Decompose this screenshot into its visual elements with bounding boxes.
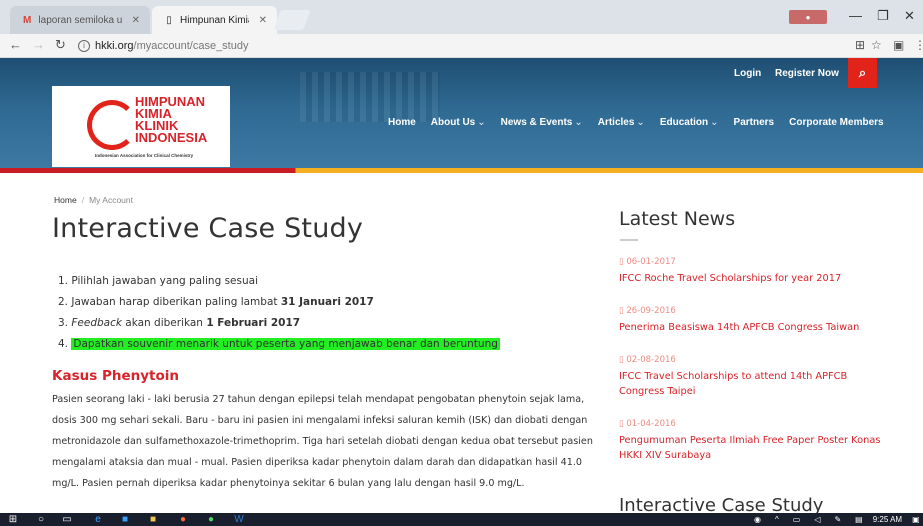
chevron-down-icon: ⌄ bbox=[477, 117, 486, 128]
clock[interactable]: 9:25 AM bbox=[873, 515, 902, 524]
breadcrumb-home[interactable]: Home bbox=[54, 195, 77, 205]
word-icon[interactable]: W bbox=[232, 513, 246, 526]
close-window-icon[interactable]: ✕ bbox=[904, 8, 915, 24]
translate-icon[interactable]: ⊞ bbox=[855, 38, 865, 52]
url-field[interactable]: i hkki.org/myaccount/case_study bbox=[78, 37, 808, 55]
windows-start-icon[interactable]: ⊞ bbox=[6, 513, 20, 526]
url-path: /myaccount/case_study bbox=[133, 40, 249, 52]
tab-hkki[interactable]: ▯ Himpunan Kimia Klinik ✕ bbox=[152, 6, 277, 34]
search-icon[interactable]: ○ bbox=[34, 513, 48, 526]
close-icon[interactable]: ✕ bbox=[259, 15, 267, 26]
bookmark-star-icon[interactable]: ☆ bbox=[871, 38, 882, 52]
chevron-down-icon: ⌄ bbox=[636, 117, 645, 128]
nav-articles[interactable]: Articles ⌄ bbox=[598, 117, 645, 128]
forward-icon[interactable]: → bbox=[32, 37, 45, 52]
latest-news-heading: Latest News bbox=[619, 208, 736, 230]
file-explorer-icon[interactable]: ■ bbox=[146, 513, 160, 526]
app-icon[interactable]: ● bbox=[204, 513, 218, 526]
tab-title: Himpunan Kimia Klinik bbox=[180, 14, 249, 26]
network-icon[interactable]: ◉ bbox=[754, 515, 761, 524]
tab-gmail[interactable]: M laporan semiloka unisul ✕ bbox=[10, 6, 150, 34]
highlighted-text: Dapatkan souvenir menarik untuk peserta … bbox=[71, 338, 500, 350]
battery-icon[interactable]: ▭ bbox=[793, 515, 801, 524]
info-icon[interactable]: i bbox=[78, 40, 90, 52]
instruction-list: 1. Pilihlah jawaban yang paling sesuai 2… bbox=[58, 271, 500, 355]
nav-corporate-members[interactable]: Corporate Members bbox=[789, 117, 883, 128]
page-icon: ▯ bbox=[166, 14, 172, 26]
back-icon[interactable]: ← bbox=[9, 37, 22, 52]
logo-tagline: Indonesian Association for Clinical Chem… bbox=[95, 153, 194, 158]
main-nav: Home About Us ⌄ News & Events ⌄ Articles ⌄ … bbox=[388, 117, 884, 128]
news-date: 06-01-2017 bbox=[626, 257, 676, 267]
news-item[interactable]: ▯ 01-04-2016 Pengumuman Peserta Ilmiah F… bbox=[619, 419, 889, 463]
header-stripe bbox=[0, 168, 923, 173]
register-link[interactable]: Register Now bbox=[775, 58, 839, 88]
close-icon[interactable]: ✕ bbox=[132, 15, 140, 26]
pen-icon[interactable]: ✎ bbox=[834, 515, 841, 524]
browser-tabbar: M laporan semiloka unisul ✕ ▯ Himpunan K… bbox=[0, 0, 923, 34]
list-item: 4. Dapatkan souvenir menarik untuk peser… bbox=[58, 338, 500, 350]
volume-icon[interactable]: ◁ bbox=[814, 515, 820, 524]
tab-title: laporan semiloka unisul bbox=[38, 14, 122, 26]
search-icon: ⌕ bbox=[858, 65, 867, 80]
list-item: 1. Pilihlah jawaban yang paling sesuai bbox=[58, 275, 258, 287]
new-tab-button[interactable] bbox=[273, 10, 311, 30]
news-item[interactable]: ▯ 06-01-2017 IFCC Roche Travel Scholarsh… bbox=[619, 257, 889, 286]
nav-news-events[interactable]: News & Events ⌄ bbox=[501, 117, 583, 128]
divider bbox=[620, 239, 638, 241]
chevron-down-icon: ⌄ bbox=[710, 117, 719, 128]
news-date: 01-04-2016 bbox=[626, 419, 676, 429]
keyboard-icon[interactable]: ▤ bbox=[855, 515, 863, 524]
profile-button[interactable]: ● bbox=[789, 10, 827, 24]
url-host: hkki.org bbox=[95, 40, 134, 52]
list-item: 2. Jawaban harap diberikan paling lambat… bbox=[58, 296, 374, 308]
search-button[interactable]: ⌕ bbox=[848, 58, 877, 88]
nav-partners[interactable]: Partners bbox=[734, 117, 775, 128]
chrome-icon[interactable]: ● bbox=[176, 513, 190, 526]
taskbar: ⊞ ○ ▭ e ■ ■ ● ● W ◉ ^ ▭ ◁ ✎ ▤ 9:25 AM ▣ bbox=[0, 513, 923, 526]
breadcrumb: Home / My Account bbox=[54, 195, 133, 205]
edge-icon[interactable]: e bbox=[91, 513, 105, 526]
address-bar: ← → ↻ i hkki.org/myaccount/case_study ⊞ … bbox=[0, 34, 923, 58]
maximize-icon[interactable]: ❐ bbox=[877, 8, 889, 24]
news-title[interactable]: Pengumuman Peserta Ilmiah Free Paper Pos… bbox=[619, 433, 889, 463]
news-item[interactable]: ▯ 02-08-2016 IFCC Travel Scholarships to… bbox=[619, 355, 889, 399]
menu-icon[interactable]: ⋮ bbox=[914, 38, 923, 52]
news-date: 02-08-2016 bbox=[626, 355, 676, 365]
minimize-icon[interactable]: — bbox=[849, 8, 862, 23]
news-item[interactable]: ▯ 26-09-2016 Penerima Beasiswa 14th APFC… bbox=[619, 306, 889, 335]
news-title[interactable]: Penerima Beasiswa 14th APFCB Congress Ta… bbox=[619, 320, 889, 335]
site-logo[interactable]: HIMPUNAN KIMIA KLINIK INDONESIA Indonesi… bbox=[52, 86, 230, 167]
case-title: Kasus Phenytoin bbox=[52, 368, 179, 384]
chevron-up-icon[interactable]: ^ bbox=[775, 515, 779, 524]
nav-about[interactable]: About Us ⌄ bbox=[431, 117, 486, 128]
logo-emblem bbox=[87, 100, 137, 150]
page-title: Interactive Case Study bbox=[52, 213, 364, 244]
login-link[interactable]: Login bbox=[734, 58, 761, 88]
nav-home[interactable]: Home bbox=[388, 117, 416, 128]
notification-icon[interactable]: ▣ bbox=[912, 515, 920, 524]
news-title[interactable]: IFCC Roche Travel Scholarships for year … bbox=[619, 271, 889, 286]
task-view-icon[interactable]: ▭ bbox=[60, 513, 74, 526]
store-icon[interactable]: ■ bbox=[118, 513, 132, 526]
breadcrumb-current: My Account bbox=[89, 195, 133, 205]
extension-icon[interactable]: ▣ bbox=[893, 38, 904, 52]
reload-icon[interactable]: ↻ bbox=[55, 37, 66, 53]
list-item: 3. Feedback akan diberikan 1 Februari 20… bbox=[58, 317, 301, 329]
gmail-icon: M bbox=[23, 14, 32, 26]
case-body: Pasien seorang laki - laki berusia 27 ta… bbox=[52, 394, 593, 489]
system-tray: ◉ ^ ▭ ◁ ✎ ▤ 9:25 AM ▣ bbox=[754, 513, 920, 526]
nav-education[interactable]: Education ⌄ bbox=[660, 117, 719, 128]
chevron-down-icon: ⌄ bbox=[574, 117, 583, 128]
news-title[interactable]: IFCC Travel Scholarships to attend 14th … bbox=[619, 369, 889, 399]
logo-text: HIMPUNAN KIMIA KLINIK INDONESIA bbox=[135, 94, 208, 145]
header-background bbox=[300, 72, 440, 122]
news-date: 26-09-2016 bbox=[626, 306, 676, 316]
